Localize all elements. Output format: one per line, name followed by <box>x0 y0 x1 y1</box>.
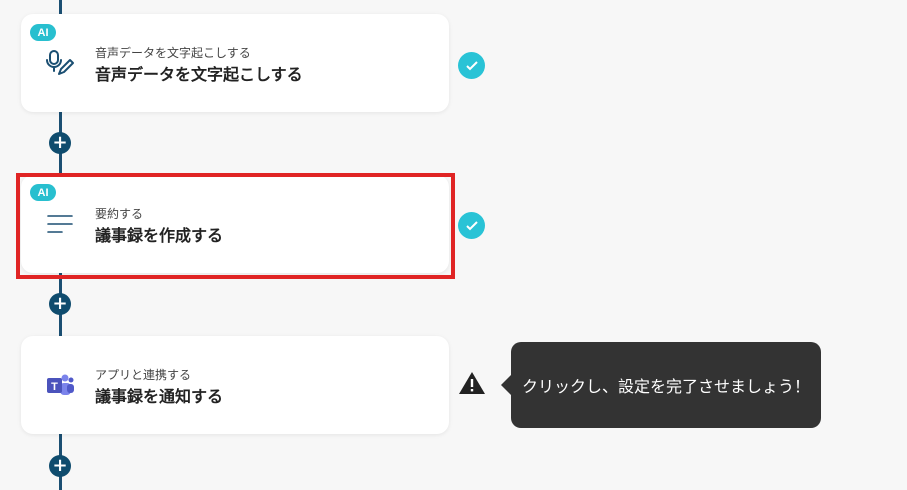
step-title: 議事録を通知する <box>95 387 224 406</box>
add-step-button[interactable]: + <box>49 132 71 154</box>
step-title: 音声データを文字起こしする <box>95 65 303 84</box>
warning-icon <box>458 370 486 396</box>
step-subtitle: 音声データを文字起こしする <box>95 46 251 60</box>
step-card-transcribe[interactable]: 音声データを文字起こしする 音声データを文字起こしする <box>21 14 449 112</box>
svg-text:T: T <box>51 381 58 393</box>
tooltip-text: クリックし、設定を完了させましょう！ <box>521 377 810 396</box>
teams-icon: T <box>45 370 75 400</box>
step-card-notify[interactable]: T アプリと連携する 議事録を通知する <box>21 336 449 434</box>
check-icon <box>458 52 485 79</box>
tooltip: クリックし、設定を完了させましょう！ <box>501 342 821 428</box>
highlight-box <box>16 173 455 279</box>
microphone-pen-icon <box>45 48 75 78</box>
check-icon <box>458 212 485 239</box>
ai-badge: AI <box>30 24 56 41</box>
add-step-button[interactable]: + <box>49 455 71 477</box>
add-step-button[interactable]: + <box>49 293 71 315</box>
ai-badge: AI <box>30 184 56 201</box>
step-subtitle: アプリと連携する <box>95 368 192 382</box>
